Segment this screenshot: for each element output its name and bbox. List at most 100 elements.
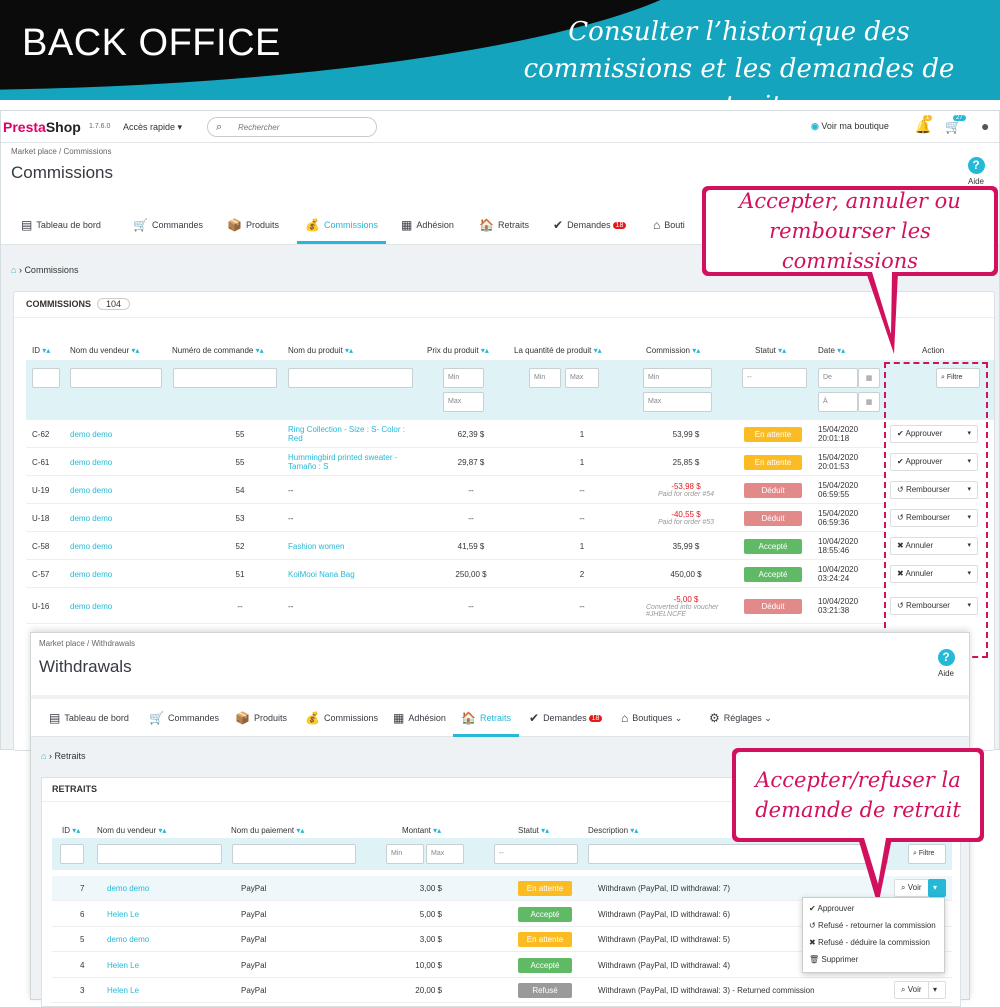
tab-commissions[interactable]: 💰 Commissions xyxy=(297,217,386,244)
col-vendor[interactable]: Nom du vendeur ▾▴ xyxy=(70,346,139,355)
filter-price-max[interactable]: Max xyxy=(443,392,484,412)
cell-vendor[interactable]: demo demo xyxy=(107,927,149,952)
banner-subtitle: Consulter l’historique des commissions e… xyxy=(523,17,955,100)
cell-vendor[interactable]: demo demo xyxy=(70,476,198,504)
col-product[interactable]: Nom du produit ▾▴ xyxy=(288,346,353,355)
cell-vendor[interactable]: Helen Le xyxy=(107,902,139,927)
cell-price: -- xyxy=(468,601,474,611)
filter-button-2[interactable]: ⌕ Filtre xyxy=(908,844,946,864)
filter-id[interactable] xyxy=(32,368,60,388)
cell-product[interactable]: KoiMooi Nana Bag xyxy=(288,560,416,588)
filter-qty-min[interactable]: Min xyxy=(529,368,561,388)
col-amount-2[interactable]: Montant ▾▴ xyxy=(402,826,441,835)
cell-vendor[interactable]: demo demo xyxy=(107,876,149,901)
col-commission[interactable]: Commission ▾▴ xyxy=(646,346,700,355)
filter-status-select[interactable]: -- xyxy=(742,368,807,388)
cell-vendor[interactable]: demo demo xyxy=(70,448,198,476)
calendar-icon[interactable]: ▦ xyxy=(858,392,880,412)
menu-item-refuse-return[interactable]: ↺ Refusé - retourner la commission xyxy=(803,918,944,935)
tab-products-2[interactable]: 📦 Produits xyxy=(235,710,287,726)
col-order[interactable]: Numéro de commande ▾▴ xyxy=(172,346,264,355)
filter-qty-max[interactable]: Max xyxy=(565,368,599,388)
col-id-2[interactable]: ID ▾▴ xyxy=(62,826,80,835)
table-row: U-18 demo demo 53 -- -- -- -40,55 $ Paid for or… xyxy=(26,504,884,532)
col-id[interactable]: ID ▾▴ xyxy=(32,346,50,355)
tab-settings-2[interactable]: ⚙ Réglages ⌄ xyxy=(709,710,772,726)
cell-vendor[interactable]: Helen Le xyxy=(107,953,139,978)
filter-commission-max[interactable]: Max xyxy=(643,392,712,412)
filter-price-min[interactable]: Min xyxy=(443,368,484,388)
search-icon: ⌕ xyxy=(901,985,906,994)
cell-product[interactable]: Ring Collection - Size : S- Color : Red xyxy=(288,420,416,448)
cell-vendor[interactable]: demo demo xyxy=(70,420,198,448)
cell-id: U-19 xyxy=(32,485,50,495)
filter-payment-2[interactable] xyxy=(232,844,356,864)
filter-product[interactable] xyxy=(288,368,413,388)
tab-shops-2[interactable]: ⌂ Boutiques ⌄ xyxy=(621,710,682,726)
orders-cart-icon[interactable]: 🛒 27 xyxy=(945,115,966,135)
filter-date-from[interactable]: De xyxy=(818,368,858,388)
menu-item-approve[interactable]: ✔ Approuver xyxy=(803,901,944,918)
help-button-2[interactable]: ? Aide xyxy=(931,649,961,678)
filter-id-2[interactable] xyxy=(60,844,84,864)
filter-date-to[interactable]: À xyxy=(818,392,858,412)
filter-status-select-2[interactable]: -- xyxy=(494,844,578,864)
help-button[interactable]: ? Aide xyxy=(961,157,991,186)
cell-vendor[interactable]: demo demo xyxy=(70,588,198,624)
filter-order[interactable] xyxy=(173,368,277,388)
user-avatar-icon[interactable]: ● xyxy=(981,118,989,134)
dropdown-toggle[interactable]: ▾ xyxy=(928,981,946,999)
tab-orders[interactable]: 🛒 Commandes xyxy=(133,217,203,233)
notifications-bell-icon[interactable]: 🔔 1 xyxy=(915,115,933,135)
tab-withdrawals-2[interactable]: 🏠 Retraits xyxy=(453,710,519,737)
col-payment-2[interactable]: Nom du paiement ▾▴ xyxy=(231,826,304,835)
search-input[interactable]: ⌕ Rechercher xyxy=(207,117,377,137)
filter-commission-min[interactable]: Min xyxy=(643,368,712,388)
cell-vendor[interactable]: demo demo xyxy=(70,560,198,588)
col-status-2[interactable]: Statut ▾▴ xyxy=(518,826,549,835)
tab-membership-2[interactable]: ▦ Adhésion xyxy=(393,710,446,726)
cell-product[interactable]: Hummingbird printed sweater - Tamaño : S xyxy=(288,448,416,476)
filter-vendor-2[interactable] xyxy=(97,844,222,864)
prestashop-logo[interactable]: PrestaShop xyxy=(3,119,81,135)
cell-product[interactable]: Fashion women xyxy=(288,532,416,560)
col-status[interactable]: Statut ▾▴ xyxy=(755,346,786,355)
menu-item-refuse-deduct[interactable]: ✖ Refusé - déduire la commission xyxy=(803,935,944,952)
quick-access-menu[interactable]: Accès rapide ▾ xyxy=(123,122,182,133)
filter-amount-min[interactable]: Min xyxy=(386,844,424,864)
filter-amount-max[interactable]: Max xyxy=(426,844,464,864)
cart-badge: 27 xyxy=(953,115,966,121)
tab-dashboard[interactable]: ▤ Tableau de bord xyxy=(21,217,101,233)
col-vendor-2[interactable]: Nom du vendeur ▾▴ xyxy=(97,826,166,835)
cell-status: Refusé xyxy=(518,978,572,1003)
box-icon: 📦 xyxy=(227,218,242,232)
dropdown-toggle[interactable]: ▾ xyxy=(928,879,946,897)
filter-description-2[interactable] xyxy=(588,844,888,864)
tab-requests-2[interactable]: ✔ Demandes 18 xyxy=(529,710,603,726)
view-shop-link[interactable]: ◉ Voir ma boutique xyxy=(811,121,889,132)
tab-shops[interactable]: ⌂ Bouti xyxy=(653,217,685,233)
menu-item-delete[interactable]: 🗑 Supprimer xyxy=(803,952,944,969)
cell-order: 54 xyxy=(235,485,245,495)
tab-requests[interactable]: ✔ Demandes 18 xyxy=(553,217,627,233)
cell-vendor[interactable]: demo demo xyxy=(70,532,198,560)
tab-membership[interactable]: ▦ Adhésion xyxy=(401,217,454,233)
cell-order: -- xyxy=(237,601,243,611)
tab-withdrawals[interactable]: 🏠 Retraits xyxy=(479,217,529,233)
tab-commissions-2[interactable]: 💰 Commissions xyxy=(305,710,378,726)
cell-vendor[interactable]: Helen Le xyxy=(107,978,139,1003)
col-description-2[interactable]: Description ▾▴ xyxy=(588,826,638,835)
tab-orders-2[interactable]: 🛒 Commandes xyxy=(149,710,219,726)
cell-product: -- xyxy=(288,513,294,523)
filter-vendor[interactable] xyxy=(70,368,162,388)
tab-products[interactable]: 📦 Produits xyxy=(227,217,279,233)
col-qty[interactable]: La quantité de produit ▾▴ xyxy=(514,346,602,355)
col-date[interactable]: Date ▾▴ xyxy=(818,346,845,355)
tab-dashboard-2[interactable]: ▤ Tableau de bord xyxy=(49,710,129,726)
cell-status: En attente xyxy=(744,420,802,448)
cell-amount: 3,00 $ xyxy=(419,935,442,944)
col-price[interactable]: Prix du produit ▾▴ xyxy=(427,346,489,355)
cell-vendor[interactable]: demo demo xyxy=(70,504,198,532)
table-row: U-16 demo demo -- -- -- -- -5,00 $ Converted in… xyxy=(26,588,884,624)
calendar-icon[interactable]: ▦ xyxy=(858,368,880,388)
